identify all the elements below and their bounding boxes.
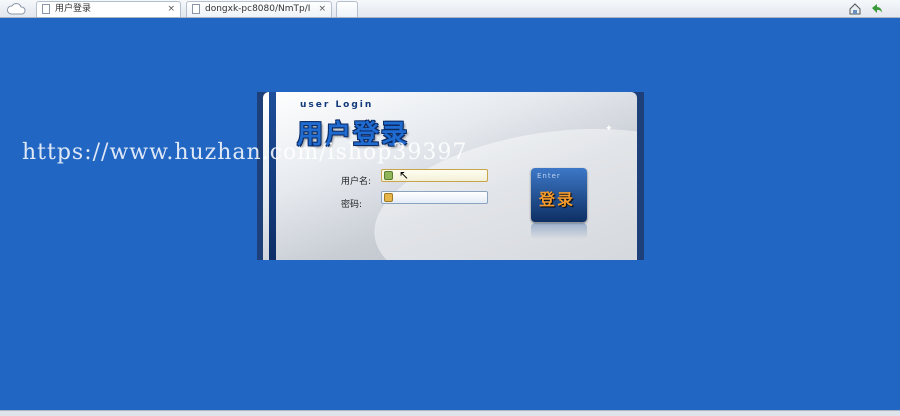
- login-panel: user Login 用户登录 ✦ 用户名: ↖ 密码: Enter 登录: [257, 92, 644, 260]
- status-bar: [0, 410, 900, 416]
- tab-label: 用户登录: [55, 4, 92, 14]
- login-button-en-label: Enter: [537, 172, 561, 180]
- close-icon[interactable]: ×: [167, 2, 175, 17]
- login-button-label: 登录: [539, 190, 576, 209]
- new-tab-button[interactable]: [336, 1, 358, 17]
- login-card: user Login 用户登录 ✦ 用户名: ↖ 密码: Enter 登录: [263, 92, 637, 260]
- watermark-text: https://www.huzhan.com/ishop39397: [22, 140, 468, 165]
- page-icon: [42, 4, 50, 14]
- login-button-reflection: [531, 223, 587, 239]
- cloud-icon[interactable]: [6, 2, 26, 15]
- mouse-cursor-icon: ↖: [399, 168, 410, 182]
- username-label: 用户名:: [341, 177, 372, 187]
- username-input[interactable]: [381, 169, 488, 182]
- lock-icon: [384, 193, 393, 202]
- tab-label: dongxk-pc8080/NmTp/Inde: [205, 4, 311, 14]
- login-button[interactable]: Enter 登录: [531, 168, 587, 222]
- password-label: 密码:: [341, 200, 363, 210]
- decorative-side-bar: [269, 92, 276, 260]
- page-icon: [192, 4, 200, 14]
- login-subtitle: user Login: [300, 100, 374, 110]
- back-arrow-icon[interactable]: [870, 2, 884, 16]
- password-input[interactable]: [381, 191, 488, 204]
- user-icon: [384, 171, 393, 180]
- sparkle-icon: ✦: [605, 124, 613, 134]
- tab-dongxk[interactable]: dongxk-pc8080/NmTp/Inde ×: [186, 1, 332, 17]
- home-icon[interactable]: [848, 2, 862, 16]
- browser-tab-strip: 用户登录 × dongxk-pc8080/NmTp/Inde ×: [0, 0, 900, 18]
- close-icon[interactable]: ×: [318, 2, 326, 17]
- tab-user-login[interactable]: 用户登录 ×: [36, 1, 181, 17]
